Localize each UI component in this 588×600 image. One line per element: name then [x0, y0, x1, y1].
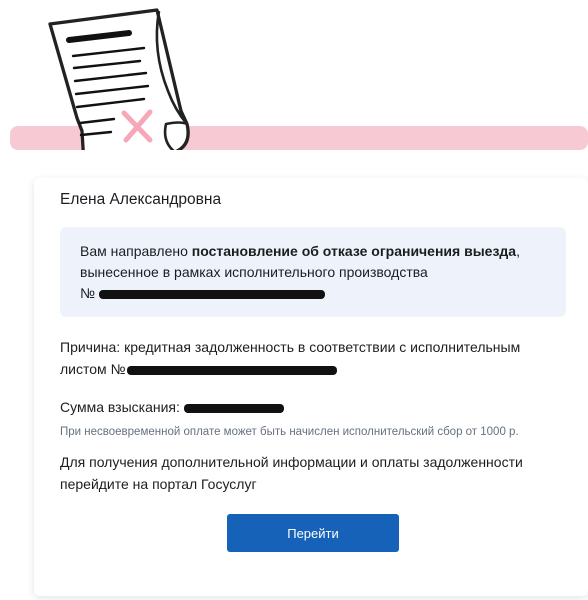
notice-suffix: ,	[516, 243, 520, 259]
gosuslugi-info-text: Для получения дополнительной информации …	[60, 454, 523, 492]
amount-label: Сумма взыскания:	[60, 399, 184, 415]
notification-card: Елена Александровна Вам направлено поста…	[34, 178, 588, 596]
action-row: Перейти	[34, 514, 588, 552]
reason-text: Причина: кредитная задолженность в соотв…	[60, 339, 521, 355]
debt-reason: Причина: кредитная задолженность в соотв…	[60, 336, 566, 380]
recovery-amount: Сумма взыскания:	[60, 397, 588, 417]
late-payment-fee-note: При несвоевременной оплате может быть на…	[60, 426, 519, 438]
redacted-proceeding-number	[98, 289, 325, 299]
go-button[interactable]: Перейти	[227, 514, 399, 552]
notice-proceeding-text: вынесенное в рамках исполнительного прои…	[80, 264, 428, 280]
rejected-document-icon	[48, 8, 190, 166]
notice-prefix: Вам направлено	[80, 243, 192, 259]
redacted-writ-number	[126, 365, 337, 375]
notice-document-name: постановление об отказе ограничения выез…	[191, 243, 517, 259]
decision-notice-box: Вам направлено постановление об отказе о…	[60, 227, 566, 317]
recipient-name: Елена Александровна	[60, 191, 222, 208]
redacted-amount	[183, 403, 284, 413]
writ-number-label: листом №	[60, 361, 126, 377]
gosuslugi-notification-page: Елена Александровна Вам направлено поста…	[0, 0, 588, 600]
header-illustration-area	[0, 0, 588, 182]
proceeding-number-label: №	[80, 285, 99, 301]
